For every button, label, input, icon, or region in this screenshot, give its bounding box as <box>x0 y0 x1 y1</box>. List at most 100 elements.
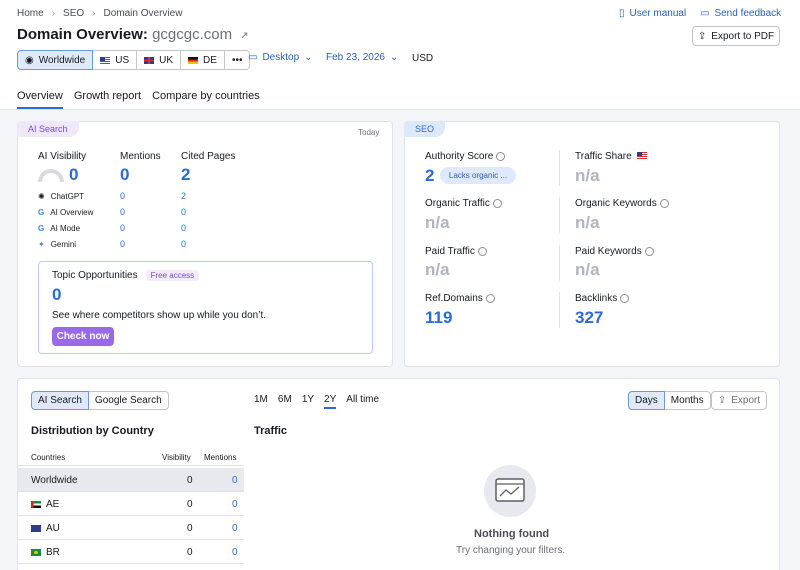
database-de[interactable]: DE <box>181 50 225 70</box>
period-1m[interactable]: 1M <box>254 394 268 409</box>
source-cited[interactable]: 0 <box>181 239 186 249</box>
organic-traffic-label: Organic Traffic <box>425 198 502 209</box>
flag-uk-icon <box>144 56 155 64</box>
topic-header: Topic Opportunities Free access <box>52 270 200 281</box>
table-divider <box>17 465 244 466</box>
user-manual-label: User manual <box>629 8 687 19</box>
source-name: AI Mode <box>50 224 81 233</box>
today-label: Today <box>358 128 380 137</box>
mentions-value[interactable]: 0 <box>120 165 129 185</box>
info-icon[interactable] <box>485 293 495 303</box>
row-visibility: 0 <box>187 475 193 486</box>
check-now-button[interactable]: Check now <box>52 327 114 346</box>
ref-domains-text: Ref.Domains <box>425 293 483 304</box>
tab-compare-by-countries[interactable]: Compare by countries <box>152 90 260 109</box>
flag-us-icon <box>100 56 111 64</box>
export-pdf-button[interactable]: ⇪ Export to PDF <box>692 26 780 46</box>
source-chatgpt: ✺ ChatGPT <box>38 192 84 201</box>
database-selector: ◉ Worldwide US UK DE ••• <box>17 50 251 70</box>
backlinks-value[interactable]: 327 <box>575 308 603 328</box>
breadcrumb: Home › SEO › Domain Overview <box>17 8 182 19</box>
paid-keywords-value: n/a <box>575 260 600 279</box>
column-visibility[interactable]: Visibility <box>162 453 191 462</box>
tab-growth-report[interactable]: Growth report <box>74 90 141 109</box>
info-icon[interactable] <box>496 151 506 161</box>
breadcrumb-home[interactable]: Home <box>17 8 44 19</box>
date-label: Feb 23, 2026 <box>326 52 385 63</box>
device-dropdown[interactable]: ▭ Desktop ⌄ <box>248 52 313 63</box>
column-mentions[interactable]: Mentions <box>204 453 236 462</box>
export-button[interactable]: ⇪ Export <box>711 391 767 410</box>
source-name: ChatGPT <box>50 192 85 201</box>
source-mentions[interactable]: 0 <box>120 223 125 233</box>
organic-keywords-label: Organic Keywords <box>575 198 669 209</box>
database-worldwide[interactable]: ◉ Worldwide <box>17 50 94 70</box>
chevron-down-icon: ⌄ <box>389 52 399 63</box>
row-mentions[interactable]: 0 <box>232 547 238 558</box>
toggle-months[interactable]: Months <box>664 391 711 410</box>
toggle-google-search[interactable]: Google Search <box>88 391 169 410</box>
source-mentions[interactable]: 0 <box>120 239 125 249</box>
row-visibility: 0 <box>187 523 193 534</box>
info-icon[interactable] <box>477 246 487 256</box>
database-label: US <box>115 54 130 66</box>
table-row[interactable]: AE 0 0 <box>17 492 244 516</box>
row-mentions[interactable]: 0 <box>232 523 238 534</box>
breadcrumb-seo[interactable]: SEO <box>63 8 84 19</box>
divider <box>559 292 560 328</box>
database-uk[interactable]: UK <box>137 50 182 70</box>
column-countries[interactable]: Countries <box>31 453 65 462</box>
ai-visibility-value[interactable]: 0 <box>69 165 78 185</box>
period-1y[interactable]: 1Y <box>302 394 314 409</box>
info-icon[interactable] <box>492 198 502 208</box>
more-databases-button[interactable]: ••• <box>224 50 251 70</box>
source-mentions[interactable]: 0 <box>120 191 125 201</box>
source-cited[interactable]: 2 <box>181 191 186 201</box>
authority-score-value[interactable]: 2 <box>425 166 434 186</box>
user-manual-link[interactable]: ▯ User manual <box>619 8 686 19</box>
google-icon: G <box>38 224 45 233</box>
organic-keywords-text: Organic Keywords <box>575 198 657 209</box>
lacks-organic-badge[interactable]: Lacks organic ... <box>440 167 516 184</box>
info-icon[interactable] <box>659 198 669 208</box>
country-name: AU <box>46 523 60 534</box>
tab-overview[interactable]: Overview <box>17 90 63 109</box>
chevron-right-icon: › <box>92 8 96 19</box>
breadcrumb-current: Domain Overview <box>103 8 183 19</box>
globe-icon: ◉ <box>25 54 34 66</box>
toggle-ai-search[interactable]: AI Search <box>31 391 89 410</box>
gemini-sparkle-icon: ✦ <box>38 240 45 249</box>
period-6m[interactable]: 6M <box>278 394 292 409</box>
source-mentions[interactable]: 0 <box>120 207 125 217</box>
paid-keywords-text: Paid Keywords <box>575 246 642 257</box>
divider <box>559 245 560 281</box>
row-visibility: 0 <box>187 547 193 558</box>
date-dropdown[interactable]: Feb 23, 2026 ⌄ <box>326 52 398 63</box>
toggle-days[interactable]: Days <box>628 391 665 410</box>
external-link-icon[interactable]: ↗ <box>240 31 248 42</box>
table-row[interactable]: BR 0 0 <box>17 540 244 564</box>
empty-chart-icon <box>484 465 536 517</box>
topic-title: Topic Opportunities <box>52 270 138 281</box>
domain-name[interactable]: gcgcgc.com <box>152 26 232 43</box>
table-row[interactable]: AU 0 0 <box>17 516 244 540</box>
export-icon: ⇪ <box>697 30 707 42</box>
topic-description: See where competitors show up while you … <box>52 310 267 321</box>
period-all-time[interactable]: All time <box>346 394 379 409</box>
source-name: Gemini <box>50 240 77 249</box>
ref-domains-value[interactable]: 119 <box>425 308 452 328</box>
row-mentions[interactable]: 0 <box>232 475 238 486</box>
source-cited[interactable]: 0 <box>181 223 186 233</box>
database-label: UK <box>159 54 174 66</box>
send-feedback-link[interactable]: ▭ Send feedback <box>700 8 781 19</box>
row-mentions[interactable]: 0 <box>232 499 238 510</box>
info-icon[interactable] <box>644 246 654 256</box>
table-row[interactable]: Worldwide 0 0 <box>17 468 244 492</box>
source-cited[interactable]: 0 <box>181 207 186 217</box>
database-us[interactable]: US <box>93 50 138 70</box>
info-icon[interactable] <box>620 293 630 303</box>
organic-keywords-value: n/a <box>575 213 600 232</box>
period-2y[interactable]: 2Y <box>324 394 337 409</box>
cited-pages-value[interactable]: 2 <box>181 165 190 185</box>
source-toggle: AI Search Google Search <box>31 391 169 410</box>
